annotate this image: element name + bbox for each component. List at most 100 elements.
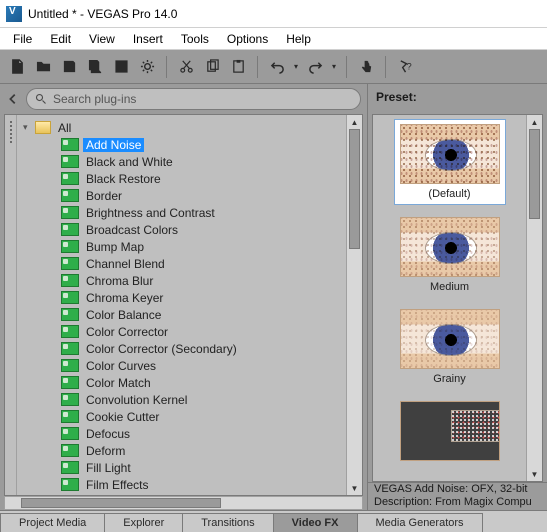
- panel-grip[interactable]: [5, 115, 17, 495]
- preset-thumbnail: [400, 124, 500, 184]
- tree-item[interactable]: Film Effects: [17, 476, 346, 493]
- status-line-1: VEGAS Add Noise: OFX, 32-bit: [374, 483, 541, 496]
- scroll-thumb[interactable]: [349, 129, 360, 249]
- tree-root[interactable]: ▾All: [17, 119, 346, 136]
- titlebar: Untitled * - VEGAS Pro 14.0: [0, 0, 547, 28]
- main: ▾All Add Noise Black and White Black Restor…: [0, 84, 547, 510]
- tab[interactable]: Media Generators: [357, 513, 483, 532]
- tree-scrollbar[interactable]: ▲ ▼: [346, 115, 362, 495]
- tree-item[interactable]: Chroma Blur: [17, 272, 346, 289]
- touch-icon[interactable]: [355, 56, 377, 78]
- scroll-up-icon[interactable]: ▲: [527, 115, 542, 129]
- fx-plugin-icon: [61, 478, 79, 491]
- tree-item[interactable]: Film Grain: [17, 493, 346, 495]
- tree-item[interactable]: Broadcast Colors: [17, 221, 346, 238]
- tree-item[interactable]: Color Corrector: [17, 323, 346, 340]
- tree-item[interactable]: Convolution Kernel: [17, 391, 346, 408]
- toolbar-separator: [257, 56, 258, 78]
- tree-item[interactable]: Border: [17, 187, 346, 204]
- help-icon[interactable]: ?: [394, 56, 416, 78]
- save-icon[interactable]: [58, 56, 80, 78]
- search-input[interactable]: [53, 92, 352, 106]
- tree-item[interactable]: Brightness and Contrast: [17, 204, 346, 221]
- undo-dropdown-icon[interactable]: ▾: [292, 62, 300, 71]
- redo-icon[interactable]: [304, 56, 326, 78]
- tree-item[interactable]: Deform: [17, 442, 346, 459]
- toolbar: ▾ ▾ ?: [0, 50, 547, 84]
- scroll-thumb[interactable]: [529, 129, 540, 219]
- tree-item[interactable]: Chroma Keyer: [17, 289, 346, 306]
- fx-plugin-icon: [61, 461, 79, 474]
- plugin-tree[interactable]: ▾All Add Noise Black and White Black Restor…: [17, 115, 346, 495]
- tree-item-label: Add Noise: [83, 138, 144, 152]
- preset-item[interactable]: (Default): [394, 119, 506, 205]
- open-icon[interactable]: [32, 56, 54, 78]
- tree-item-label: Border: [83, 189, 125, 203]
- preset-item[interactable]: Medium: [394, 213, 506, 297]
- menu-insert[interactable]: Insert: [124, 30, 172, 48]
- tree-item-label: Film Effects: [83, 478, 151, 492]
- scroll-up-icon[interactable]: ▲: [347, 115, 362, 129]
- fx-plugin-icon: [61, 291, 79, 304]
- preset-item[interactable]: Grainy: [394, 305, 506, 389]
- menu-file[interactable]: File: [4, 30, 41, 48]
- tree-item[interactable]: Color Corrector (Secondary): [17, 340, 346, 357]
- status-bar: VEGAS Add Noise: OFX, 32-bit Description…: [368, 482, 547, 510]
- copy-icon[interactable]: [201, 56, 223, 78]
- fx-plugin-icon: [61, 393, 79, 406]
- undo-icon[interactable]: [266, 56, 288, 78]
- tree-item[interactable]: Black Restore: [17, 170, 346, 187]
- redo-dropdown-icon[interactable]: ▾: [330, 62, 338, 71]
- paste-icon[interactable]: [227, 56, 249, 78]
- tree-item-label: Convolution Kernel: [83, 393, 190, 407]
- tree-item[interactable]: Color Curves: [17, 357, 346, 374]
- status-line-2: Description: From Magix Compu: [374, 496, 541, 509]
- fx-plugin-icon: [61, 223, 79, 236]
- collapse-icon[interactable]: ▾: [23, 122, 33, 133]
- tree-item-label: Black Restore: [83, 172, 164, 186]
- fx-plugin-icon: [61, 359, 79, 372]
- preset-scrollbar[interactable]: ▲ ▼: [526, 115, 542, 481]
- tab[interactable]: Explorer: [104, 513, 183, 532]
- menu-view[interactable]: View: [80, 30, 124, 48]
- tree-item[interactable]: Defocus: [17, 425, 346, 442]
- tree-item-label: Cookie Cutter: [83, 410, 162, 424]
- tree-item-label: Black and White: [83, 155, 176, 169]
- fx-plugin-icon: [61, 257, 79, 270]
- tree-item[interactable]: Add Noise: [17, 136, 346, 153]
- tree-item[interactable]: Cookie Cutter: [17, 408, 346, 425]
- tree-item[interactable]: Color Balance: [17, 306, 346, 323]
- scroll-thumb[interactable]: [21, 498, 221, 508]
- fx-plugin-icon: [61, 189, 79, 202]
- tree-item[interactable]: Bump Map: [17, 238, 346, 255]
- menu-help[interactable]: Help: [277, 30, 320, 48]
- tab[interactable]: Video FX: [273, 513, 358, 532]
- search-box[interactable]: [26, 88, 361, 110]
- scroll-down-icon[interactable]: ▼: [527, 467, 542, 481]
- menu-edit[interactable]: Edit: [41, 30, 80, 48]
- properties-icon[interactable]: [136, 56, 158, 78]
- preset-item[interactable]: [394, 397, 506, 469]
- scroll-down-icon[interactable]: ▼: [347, 481, 362, 495]
- save-all-icon[interactable]: [84, 56, 106, 78]
- new-icon[interactable]: [6, 56, 28, 78]
- tree-item[interactable]: Color Match: [17, 374, 346, 391]
- search-icon: [35, 93, 47, 105]
- fx-plugin-icon: [61, 410, 79, 423]
- tab[interactable]: Transitions: [182, 513, 273, 532]
- menu-options[interactable]: Options: [218, 30, 277, 48]
- preset-wrap: (Default)MediumGrainy ▲ ▼: [372, 114, 543, 482]
- back-icon[interactable]: [6, 92, 20, 106]
- render-icon[interactable]: [110, 56, 132, 78]
- tree-item-label: Color Match: [83, 376, 154, 390]
- cut-icon[interactable]: [175, 56, 197, 78]
- tree-item[interactable]: Fill Light: [17, 459, 346, 476]
- tab[interactable]: Project Media: [0, 513, 105, 532]
- preset-header: Preset:: [368, 84, 547, 114]
- tree-hscrollbar[interactable]: [4, 496, 363, 510]
- tree-item[interactable]: Black and White: [17, 153, 346, 170]
- menu-tools[interactable]: Tools: [172, 30, 218, 48]
- app-icon: [6, 6, 22, 22]
- preset-list[interactable]: (Default)MediumGrainy: [373, 115, 526, 481]
- tree-item[interactable]: Channel Blend: [17, 255, 346, 272]
